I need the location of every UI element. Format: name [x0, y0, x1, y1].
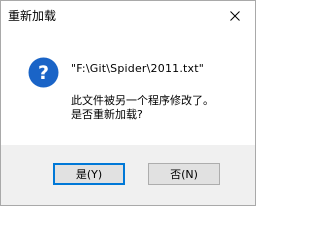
yes-button[interactable]: 是(Y): [53, 163, 125, 185]
message-line-2: 是否重新加载?: [71, 108, 143, 121]
dialog-title: 重新加载: [8, 9, 57, 23]
close-button[interactable]: [215, 1, 255, 31]
no-button[interactable]: 否(N): [148, 163, 220, 185]
title-bar[interactable]: 重新加载: [1, 1, 255, 31]
question-icon: ?: [28, 57, 59, 88]
button-bar: 是(Y) 否(N): [1, 145, 255, 205]
svg-text:?: ?: [38, 62, 49, 84]
close-icon: [230, 11, 240, 21]
message-line-1: 此文件被另一个程序修改了。: [71, 94, 214, 107]
file-path-text: "F:\Git\Spider\2011.txt": [71, 62, 205, 75]
message-area: ? "F:\Git\Spider\2011.txt" 此文件被另一个程序修改了。…: [1, 31, 255, 145]
reload-dialog: 重新加载 ? "F:\Git\Spider\2011.txt" 此文件被另一个程…: [0, 0, 256, 206]
